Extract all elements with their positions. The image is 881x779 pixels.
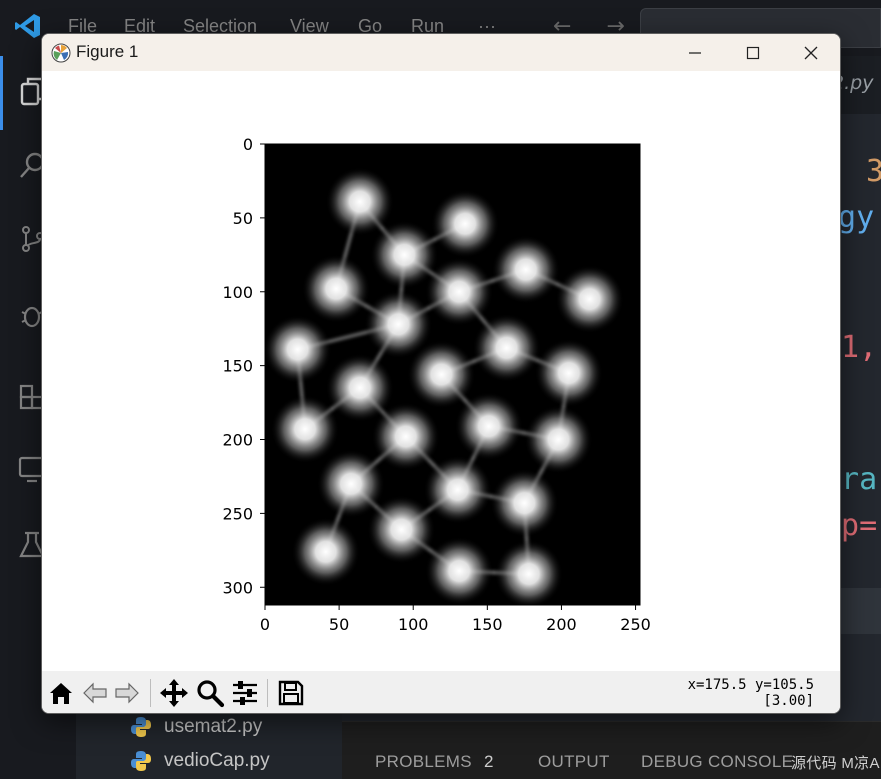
graph-node-blob — [371, 402, 440, 471]
graph-node-blob — [270, 395, 340, 464]
forward-button[interactable] — [112, 678, 142, 708]
back-button[interactable] — [80, 678, 110, 708]
graph-node-blob — [291, 517, 360, 586]
vscode-logo-icon — [15, 14, 40, 38]
x-tick-label: 50 — [329, 615, 349, 634]
python-icon — [131, 717, 151, 737]
maximize-icon — [746, 46, 760, 59]
back-arrow-icon — [83, 682, 107, 704]
file-name: vedioCap.py — [164, 750, 270, 771]
cursor-xy: x=175.5 y=105.5 — [687, 677, 814, 693]
maximize-button[interactable] — [724, 34, 782, 71]
tab-output[interactable]: OUTPUT — [538, 752, 610, 772]
configure-subplots-icon — [233, 681, 257, 705]
graph-node-blob — [524, 405, 593, 474]
minimize-button[interactable] — [666, 34, 724, 71]
y-tick-label: 250 — [222, 504, 253, 523]
file-usemat2[interactable]: usemat2.py — [130, 712, 262, 742]
zoom-button[interactable] — [195, 678, 225, 708]
code-fragment: 3 — [866, 154, 881, 189]
home-icon — [50, 683, 72, 704]
problems-count-badge: 2 — [484, 752, 494, 771]
graph-node-blob — [425, 536, 494, 605]
save-button[interactable] — [276, 678, 306, 708]
toolbar-separator — [267, 679, 268, 707]
file-name: usemat2.py — [164, 716, 263, 737]
y-tick-label: 0 — [243, 135, 253, 154]
y-tick-label: 50 — [233, 209, 253, 228]
graph-node-blob — [454, 392, 523, 461]
navigation-toolbar: x=175.5 y=105.5 [3.00] — [42, 671, 840, 713]
activity-active-indicator — [0, 56, 3, 130]
python-icon — [131, 751, 151, 771]
graph-node-blob — [534, 338, 603, 408]
close-button[interactable] — [782, 34, 840, 71]
figure-window[interactable]: Figure 1 0 50 100 150 200 250 0 50 100 1… — [41, 33, 841, 714]
editor-highlight-band — [840, 588, 881, 634]
graph-node-blob — [431, 189, 500, 258]
graph-node-blob — [316, 449, 386, 518]
x-tick-label: 0 — [260, 615, 270, 634]
x-tick-label: 250 — [620, 615, 651, 634]
pan-button[interactable] — [159, 678, 189, 708]
minimize-icon — [689, 51, 701, 54]
matplotlib-app-icon — [51, 43, 71, 63]
x-tick-label: 200 — [546, 615, 577, 634]
graph-node-blob — [425, 257, 494, 326]
graph-node-blob — [491, 235, 560, 304]
home-button[interactable] — [46, 678, 76, 708]
configure-subplots-button[interactable] — [230, 678, 260, 708]
y-tick-label: 200 — [222, 431, 253, 450]
close-icon — [804, 46, 818, 59]
x-tick-label: 100 — [398, 615, 429, 634]
graph-node-blob — [423, 455, 492, 524]
toolbar-separator — [150, 679, 151, 707]
file-vediocap[interactable]: vedioCap.py — [130, 746, 270, 776]
graph-node-blob — [367, 495, 436, 564]
tab-problems[interactable]: PROBLEMS — [375, 752, 472, 772]
graph-node-blob — [490, 468, 559, 538]
graph-node-blob — [302, 254, 371, 323]
y-tick-label: 100 — [222, 283, 253, 302]
graph-node-blob — [265, 315, 332, 384]
pixel-value: [3.00] — [763, 693, 814, 709]
graph-node-blob — [555, 265, 624, 334]
cursor-coordinate-readout: x=175.5 y=105.5 [3.00] — [688, 677, 814, 709]
forward-arrow-icon — [115, 682, 139, 704]
graph-node-blob — [472, 313, 541, 382]
graph-node-blob — [325, 167, 394, 236]
tab-terminal[interactable]: 源代码 M凉A — [791, 752, 880, 773]
figure-titlebar[interactable]: Figure 1 — [42, 34, 840, 71]
figure-canvas[interactable]: 0 50 100 150 200 250 0 50 100 150 200 250 300 — [42, 71, 840, 671]
y-tick-label: 150 — [222, 357, 253, 376]
x-tick-label: 150 — [472, 615, 503, 634]
save-icon — [278, 680, 304, 706]
image-plot[interactable]: 0 50 100 150 200 250 0 50 100 150 200 250 300 — [42, 71, 840, 671]
zoom-icon — [197, 680, 225, 708]
pan-icon — [160, 679, 188, 707]
figure-title: Figure 1 — [76, 42, 139, 61]
graph-node-blob — [494, 539, 563, 605]
graph-node-blob — [407, 340, 476, 409]
tab-debug-console[interactable]: DEBUG CONSOLE — [641, 752, 793, 772]
y-tick-label: 300 — [222, 578, 253, 597]
